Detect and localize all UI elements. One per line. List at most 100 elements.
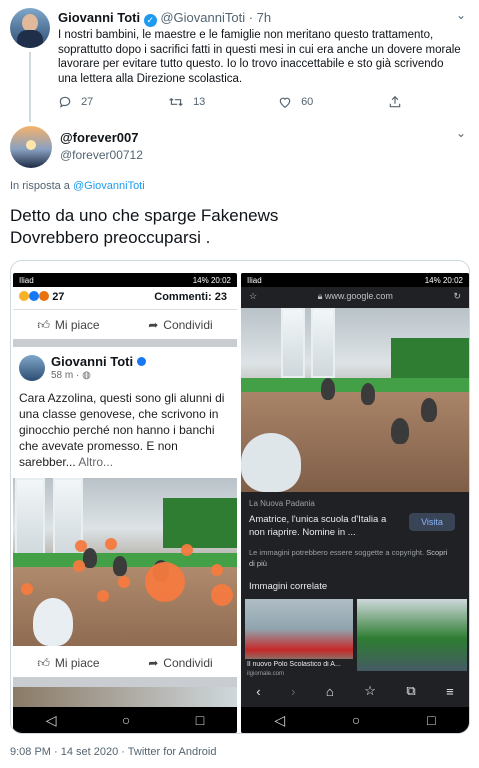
- share-button[interactable]: [388, 95, 402, 109]
- recents-square-icon[interactable]: □: [196, 712, 204, 728]
- tweet1-handle[interactable]: @GiovanniToti: [160, 10, 245, 25]
- left-phone-screenshot: Iliad 14% 20:02 27 Commenti: 23 👍︎ Mi pia…: [13, 273, 237, 733]
- related-thumb-2[interactable]: [357, 599, 467, 671]
- retweet-icon: [169, 98, 183, 106]
- face-blur-icon: [97, 590, 109, 602]
- home-circle-icon[interactable]: ○: [352, 712, 360, 728]
- globe-icon: ◍: [82, 370, 91, 381]
- face-blur-icon: [21, 583, 33, 595]
- tweet-timestamp[interactable]: 9:08 PM · 14 set 2020 · Twitter for Andr…: [10, 746, 216, 758]
- back-triangle-icon[interactable]: ◁: [46, 712, 57, 729]
- like-count: 60: [301, 95, 314, 108]
- result-source[interactable]: La Nuova Padania: [249, 499, 315, 508]
- post-author-label: Giovanni Toti: [51, 354, 134, 369]
- photo-window: [281, 308, 305, 378]
- classroom-photo[interactable]: [13, 478, 237, 646]
- related-thumb-site: ilgiornale.com: [247, 671, 285, 677]
- fb-like-label: Mi piace: [54, 318, 100, 332]
- photo-window: [311, 308, 335, 378]
- url-text: 🔒︎ www.google.com: [318, 291, 393, 302]
- tweet2-text-line2: Dovrebbero preoccuparsi .: [10, 228, 211, 247]
- tweet2-handle[interactable]: @forever00712: [60, 148, 143, 162]
- reply-button[interactable]: 27: [58, 95, 93, 109]
- comments-count[interactable]: Commenti: 23: [154, 291, 227, 303]
- reaction-emoji-icon: [39, 291, 50, 301]
- share-icon: [389, 95, 401, 108]
- fb-share-label: Condividi: [163, 656, 213, 670]
- retweet-button[interactable]: 13: [168, 95, 205, 109]
- refresh-icon[interactable]: ↻: [453, 291, 461, 302]
- post-more-link[interactable]: Altro...: [78, 455, 113, 469]
- related-thumb-1[interactable]: [245, 599, 353, 659]
- photo-shelf: [163, 498, 237, 548]
- face-blur-icon: [211, 564, 223, 576]
- share-arrow-icon: ➦: [148, 656, 159, 670]
- tweet2-author-name[interactable]: @forever007: [60, 130, 138, 145]
- post-time: 58 m · ◍: [51, 370, 91, 381]
- chevron-down-icon[interactable]: ⌄: [456, 126, 466, 140]
- forward-arrow-icon[interactable]: ›: [291, 684, 295, 699]
- right-status-carrier: Iliad: [247, 275, 262, 285]
- photo-wall-stripe: [241, 378, 469, 392]
- post-author-avatar[interactable]: [19, 355, 45, 381]
- star-icon[interactable]: ☆: [249, 291, 257, 302]
- reply-count: 27: [81, 95, 94, 108]
- heart-icon: [279, 97, 291, 108]
- right-status-bar: Iliad 14% 20:02: [241, 273, 469, 287]
- verified-badge-icon: [136, 357, 146, 366]
- reply-icon: [59, 96, 71, 108]
- google-image-result[interactable]: [241, 308, 469, 492]
- verified-badge-icon: ✓: [143, 14, 157, 27]
- tabs-icon[interactable]: ⧉: [406, 683, 415, 699]
- face-blur-icon: [105, 538, 117, 550]
- related-thumb-caption[interactable]: Il nuovo Polo Scolastico di A...: [247, 661, 355, 668]
- left-status-bar: Iliad 14% 20:02: [13, 273, 237, 287]
- tweet2-media[interactable]: Iliad 14% 20:02 27 Commenti: 23 👍︎ Mi pia…: [10, 260, 470, 734]
- thumbs-up-icon: 👍︎: [37, 317, 50, 332]
- home-icon[interactable]: ⌂: [326, 684, 334, 699]
- divider: [13, 339, 237, 347]
- copyright-notice: Le immagini potrebbero essere soggette a…: [249, 547, 449, 569]
- fb-share-label: Condividi: [163, 318, 213, 332]
- home-circle-icon[interactable]: ○: [122, 712, 130, 728]
- reply-context: In risposta a @GiovanniToti: [10, 180, 145, 192]
- chevron-down-icon[interactable]: ⌄: [456, 8, 466, 22]
- right-phone-screenshot: Iliad 14% 20:02 ☆ 🔒︎ www.google.com ↻ La…: [241, 273, 469, 733]
- copyright-text: Le immagini potrebbero essere soggette a…: [249, 548, 425, 557]
- photo-window: [15, 478, 45, 558]
- post-time-label: 58 m ·: [51, 370, 80, 381]
- left-status-carrier: Iliad: [19, 275, 34, 285]
- face-blur-icon: [211, 584, 233, 606]
- photo-adult: [33, 598, 73, 646]
- avatar-forever007[interactable]: [10, 126, 52, 168]
- menu-icon[interactable]: ≡: [446, 684, 454, 699]
- back-triangle-icon[interactable]: ◁: [274, 712, 285, 729]
- face-blur-icon: [75, 540, 87, 552]
- reactions-count: 27: [52, 291, 65, 303]
- browser-url-bar[interactable]: ☆ 🔒︎ www.google.com ↻: [241, 287, 469, 305]
- photo-child: [113, 556, 127, 576]
- post-author-name[interactable]: Giovanni Toti: [51, 354, 146, 369]
- photo-child: [361, 383, 375, 405]
- tweet1-actions: 27 13 60: [58, 95, 418, 111]
- like-button[interactable]: 60: [278, 95, 313, 109]
- tweet1-author-name[interactable]: Giovanni Toti: [58, 10, 140, 25]
- avatar-giovanni-toti[interactable]: [10, 8, 50, 48]
- right-android-nav: ◁ ○ □: [241, 707, 469, 733]
- face-blur-icon: [145, 562, 185, 602]
- fb-share-button[interactable]: ➦ Condividi: [148, 651, 212, 675]
- bookmark-star-icon[interactable]: ☆: [364, 683, 376, 699]
- back-arrow-icon[interactable]: ‹: [256, 684, 260, 699]
- reply-to-link[interactable]: @GiovanniToti: [73, 180, 145, 192]
- fb-like-button[interactable]: 👍︎ Mi piace: [37, 313, 99, 337]
- fb-action-row-bottom: 👍︎ Mi piace ➦ Condividi: [13, 651, 237, 675]
- visit-button[interactable]: Visita: [409, 513, 455, 531]
- result-headline[interactable]: Amatrice, l'unica scuola d'Italia a non …: [249, 513, 399, 539]
- fb-share-button[interactable]: ➦ Condividi: [148, 313, 212, 337]
- fb-like-button[interactable]: 👍︎ Mi piace: [37, 651, 99, 675]
- right-status-right: 14% 20:02: [424, 275, 463, 285]
- related-images-title: Immagini correlate: [249, 581, 328, 592]
- fb-action-row-top: 👍︎ Mi piace ➦ Condividi: [13, 313, 237, 337]
- recents-square-icon[interactable]: □: [427, 712, 435, 728]
- tweet1-time[interactable]: · 7h: [249, 10, 271, 25]
